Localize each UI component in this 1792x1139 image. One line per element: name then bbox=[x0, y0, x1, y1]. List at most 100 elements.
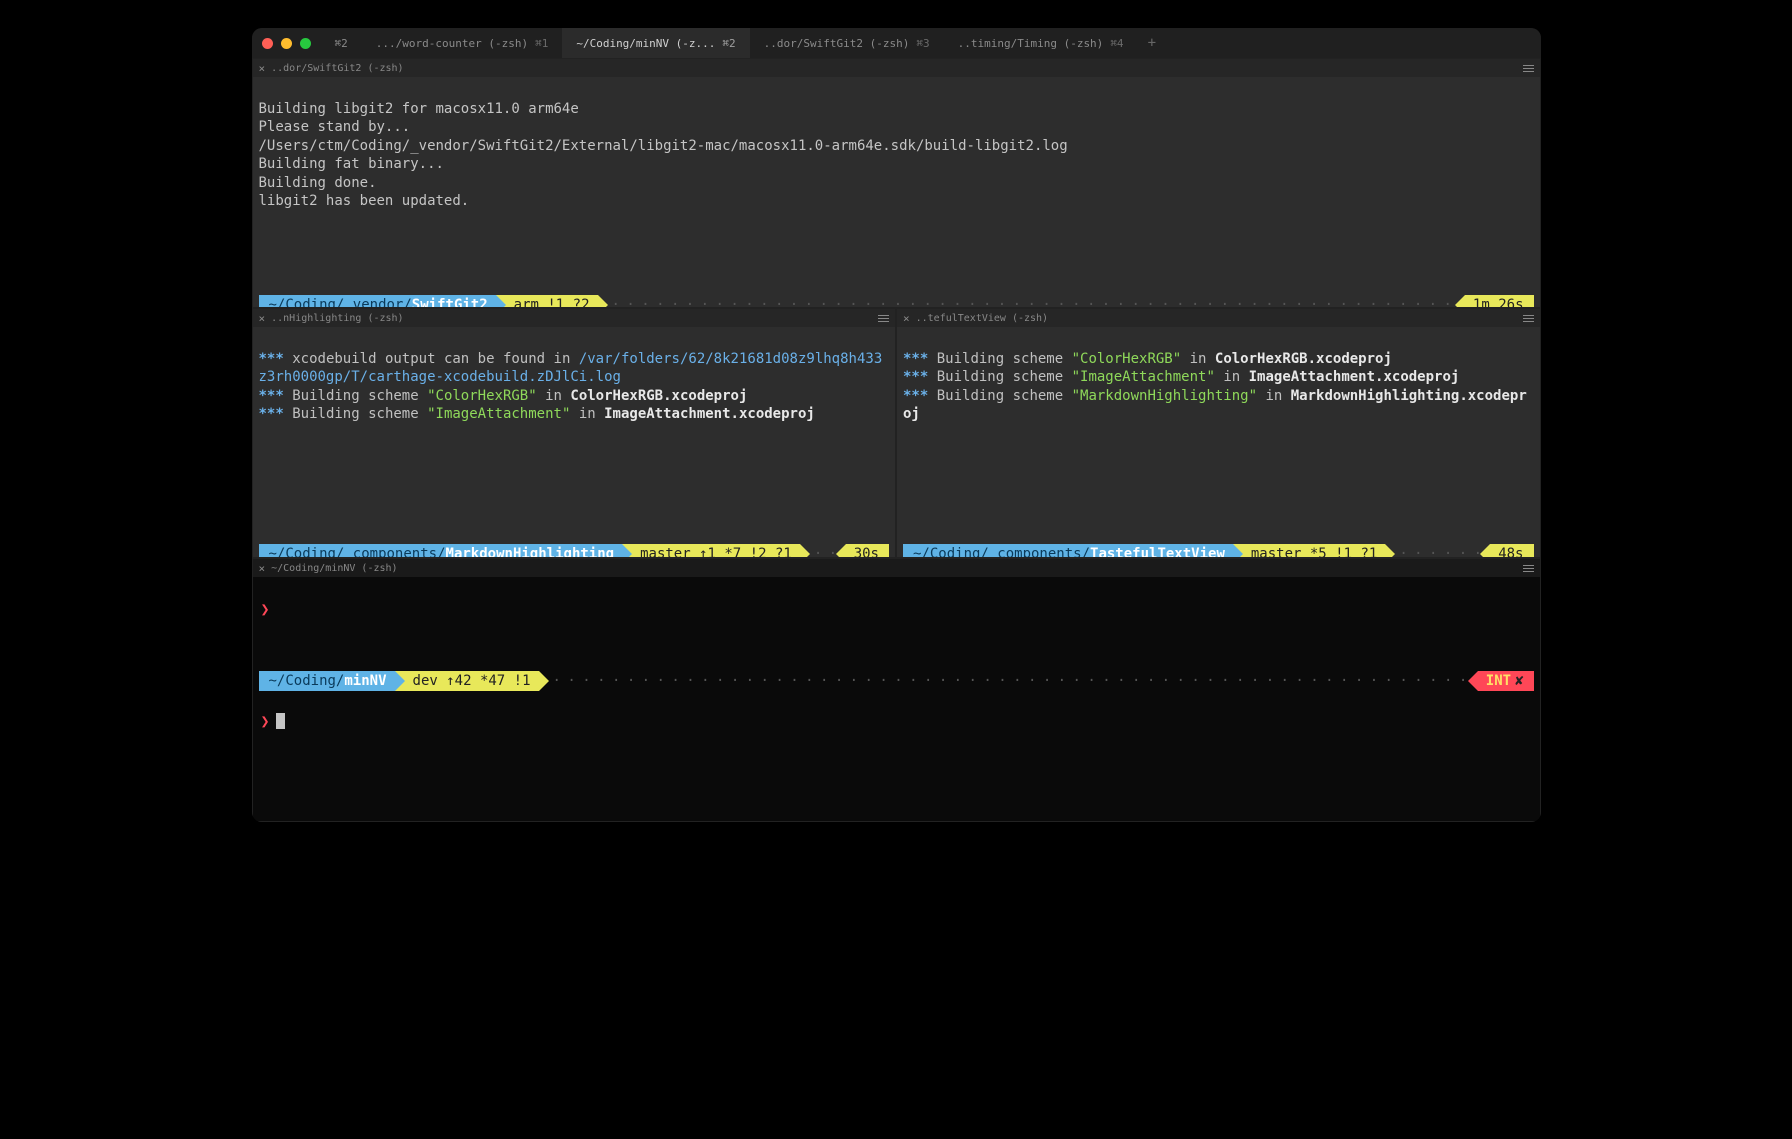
prompt-time-badge: 30s bbox=[846, 544, 889, 557]
pane-header: × ..nHighlighting (-zsh) bbox=[253, 309, 896, 327]
prompt-branch: master ↑1 *7 !2 ?1 bbox=[640, 545, 792, 557]
pane-mid-left[interactable]: × ..nHighlighting (-zsh) *** xcodebuild … bbox=[252, 308, 897, 558]
prompt-time-badge: 1m 26s bbox=[1465, 295, 1534, 307]
log-scheme: "ImageAttachment" bbox=[427, 406, 570, 422]
log-text: Building scheme bbox=[928, 351, 1071, 367]
log-prefix: *** bbox=[259, 388, 284, 404]
tab-3[interactable]: ..dor/SwiftGit2 (-zsh) ⌘3 bbox=[750, 28, 944, 58]
pane-header: × ~/Coding/minNV (-zsh) bbox=[253, 559, 1540, 577]
close-pane-button[interactable]: × bbox=[903, 312, 910, 325]
prompt-branch-segment: dev ↑42 *47 !1 bbox=[395, 671, 539, 691]
log-text: Building scheme bbox=[928, 388, 1071, 404]
pane-menu-icon[interactable] bbox=[1523, 65, 1534, 72]
output-line: Building fat binary... bbox=[259, 156, 444, 172]
prompt-branch: master *5 !1 ?1 bbox=[1251, 545, 1377, 557]
prompt-row: ~/Coding/_vendor/SwiftGit2 arm !1 ?2 1m … bbox=[259, 295, 1534, 307]
prompt-status-badge: INT✘ bbox=[1478, 671, 1534, 691]
prompt-filler bbox=[553, 671, 1474, 691]
pane-header: × ..tefulTextView (-zsh) bbox=[897, 309, 1540, 327]
output-line: libgit2 has been updated. bbox=[259, 193, 470, 209]
split-panes: × ..dor/SwiftGit2 (-zsh) Building libgit… bbox=[252, 58, 1541, 822]
prompt-repo: MarkdownHighlighting bbox=[446, 546, 615, 557]
log-project: ImageAttachment.xcodeproj bbox=[1249, 369, 1460, 385]
prompt-time: 30s bbox=[854, 545, 879, 557]
terminal-output[interactable]: Building libgit2 for macosx11.0 arm64e P… bbox=[253, 77, 1540, 307]
prompt-repo: minNV bbox=[344, 673, 386, 689]
log-prefix: *** bbox=[259, 406, 284, 422]
tab-shortcut: ⌘2 bbox=[722, 37, 735, 50]
prompt-time: 1m 26s bbox=[1473, 296, 1524, 307]
cursor bbox=[276, 713, 285, 729]
close-pane-button[interactable]: × bbox=[259, 62, 266, 75]
pane-menu-icon[interactable] bbox=[1523, 565, 1534, 572]
prompt-branch-segment: master *5 !1 ?1 bbox=[1233, 544, 1385, 557]
prompt-time: 48s bbox=[1498, 545, 1523, 557]
tab-2[interactable]: ~/Coding/minNV (-z... ⌘2 bbox=[562, 28, 749, 58]
prompt-path-segment: ~/Coding/minNV bbox=[259, 671, 395, 691]
log-text: in bbox=[1215, 369, 1249, 385]
tab-1[interactable]: .../word-counter (-zsh) ⌘1 bbox=[362, 28, 563, 58]
prompt-path-prefix: ~/Coding/_components/ bbox=[269, 546, 446, 557]
log-text: Building scheme bbox=[284, 388, 427, 404]
prompt-path-prefix: ~/Coding/_components/ bbox=[913, 546, 1090, 557]
pane-menu-icon[interactable] bbox=[878, 315, 889, 322]
prompt-repo: TastefulTextView bbox=[1090, 546, 1225, 557]
prompt-filler bbox=[612, 295, 1461, 307]
tab-label: .../word-counter (-zsh) bbox=[376, 37, 528, 50]
pane-menu-icon[interactable] bbox=[1523, 315, 1534, 322]
log-text: in bbox=[570, 406, 604, 422]
add-tab-button[interactable]: + bbox=[1138, 35, 1166, 51]
pane-mid-right[interactable]: × ..tefulTextView (-zsh) *** Building sc… bbox=[896, 308, 1541, 558]
minimize-window-button[interactable] bbox=[281, 38, 292, 49]
prompt-path-segment: ~/Coding/_components/MarkdownHighlightin… bbox=[259, 544, 623, 557]
log-project: ColorHexRGB.xcodeproj bbox=[1215, 351, 1392, 367]
prompt-path-segment: ~/Coding/_vendor/SwiftGit2 bbox=[259, 295, 496, 307]
log-scheme: "MarkdownHighlighting" bbox=[1072, 388, 1257, 404]
prompt-time-badge: 48s bbox=[1490, 544, 1533, 557]
pane-title: ..dor/SwiftGit2 (-zsh) bbox=[271, 63, 403, 74]
output-line: /Users/ctm/Coding/_vendor/SwiftGit2/Exte… bbox=[259, 138, 1068, 154]
terminal-window: ⌘2 .../word-counter (-zsh) ⌘1 ~/Coding/m… bbox=[252, 28, 1541, 822]
pane-title: ..tefulTextView (-zsh) bbox=[916, 313, 1048, 324]
log-scheme: "ImageAttachment" bbox=[1072, 369, 1215, 385]
pane-header: × ..dor/SwiftGit2 (-zsh) bbox=[253, 59, 1540, 77]
log-prefix: *** bbox=[903, 369, 928, 385]
terminal-output[interactable]: *** Building scheme "ColorHexRGB" in Col… bbox=[897, 327, 1540, 557]
log-scheme: "ColorHexRGB" bbox=[1072, 351, 1182, 367]
tab-label: ~/Coding/minNV (-z... bbox=[576, 37, 715, 50]
pane-title: ..nHighlighting (-zsh) bbox=[271, 313, 403, 324]
app-indicator: ⌘2 bbox=[321, 28, 362, 58]
prompt-path-segment: ~/Coding/_components/TastefulTextView bbox=[903, 544, 1233, 557]
prompt-path-prefix: ~/Coding/_vendor/ bbox=[269, 297, 412, 307]
close-pane-button[interactable]: × bbox=[259, 312, 266, 325]
prompt-branch: dev ↑42 *47 !1 bbox=[413, 672, 531, 691]
close-window-button[interactable] bbox=[262, 38, 273, 49]
close-pane-button[interactable]: × bbox=[259, 562, 266, 575]
pane-bottom[interactable]: × ~/Coding/minNV (-zsh) ❯ ~/Coding/minNV… bbox=[252, 558, 1541, 822]
output-line: Please stand by... bbox=[259, 119, 411, 135]
prompt-row: ~/Coding/_components/MarkdownHighlightin… bbox=[259, 544, 890, 557]
log-text: in bbox=[1257, 388, 1291, 404]
prompt-row: ~/Coding/_components/TastefulTextView ma… bbox=[903, 544, 1534, 557]
terminal-output[interactable]: ❯ ~/Coding/minNV dev ↑42 *47 !1 INT✘ ❯ bbox=[253, 577, 1540, 821]
prompt-input-line: ❯ bbox=[259, 600, 1534, 619]
pane-title: ~/Coding/minNV (-zsh) bbox=[271, 563, 397, 574]
log-project: ImageAttachment.xcodeproj bbox=[604, 406, 815, 422]
prompt-branch-segment: arm !1 ?2 bbox=[496, 295, 598, 307]
maximize-window-button[interactable] bbox=[300, 38, 311, 49]
log-prefix: *** bbox=[259, 351, 284, 367]
log-text: in bbox=[537, 388, 571, 404]
pane-top[interactable]: × ..dor/SwiftGit2 (-zsh) Building libgit… bbox=[252, 58, 1541, 308]
tab-shortcut: ⌘3 bbox=[916, 37, 929, 50]
tab-label: ..timing/Timing (-zsh) bbox=[958, 37, 1104, 50]
window-tabbar: ⌘2 .../word-counter (-zsh) ⌘1 ~/Coding/m… bbox=[252, 28, 1541, 58]
prompt-input-line[interactable]: ❯ bbox=[259, 712, 1534, 731]
log-scheme: "ColorHexRGB" bbox=[427, 388, 537, 404]
terminal-output[interactable]: *** xcodebuild output can be found in /v… bbox=[253, 327, 896, 557]
tab-4[interactable]: ..timing/Timing (-zsh) ⌘4 bbox=[944, 28, 1138, 58]
log-project: ColorHexRGB.xcodeproj bbox=[570, 388, 747, 404]
app-shortcut: ⌘2 bbox=[335, 37, 348, 50]
log-prefix: *** bbox=[903, 351, 928, 367]
log-prefix: *** bbox=[903, 388, 928, 404]
log-text: in bbox=[1181, 351, 1215, 367]
